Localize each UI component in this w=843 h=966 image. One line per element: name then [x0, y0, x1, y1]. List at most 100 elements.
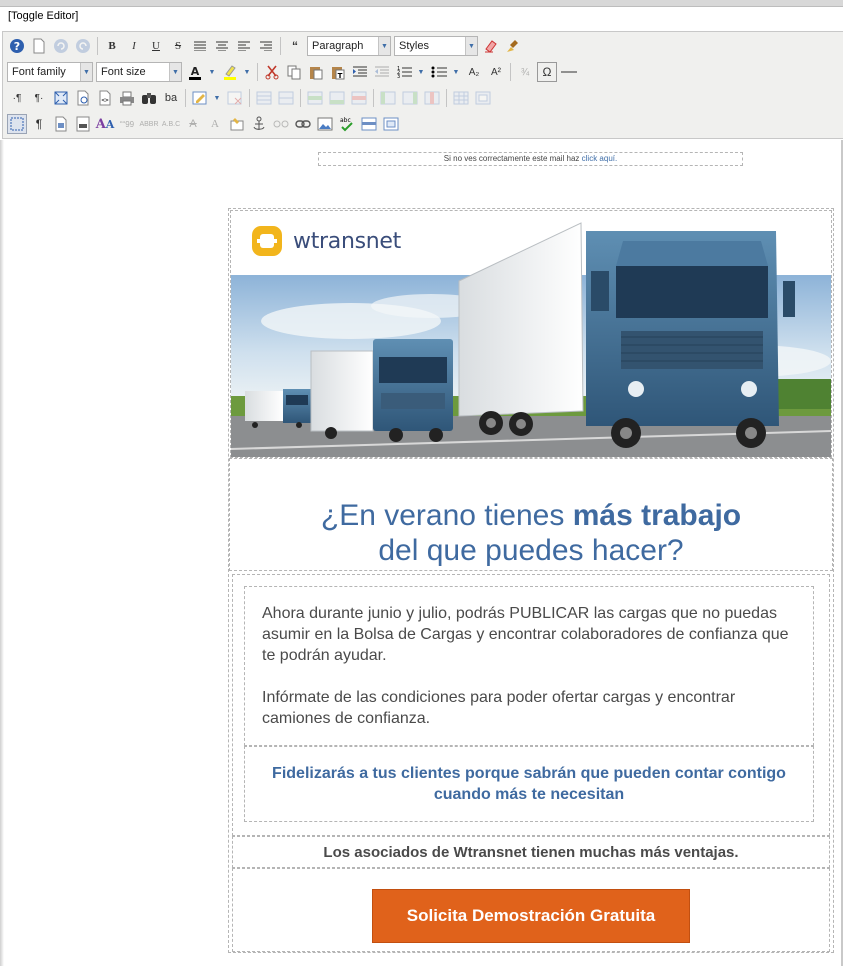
paste-text-icon[interactable]: T	[328, 62, 348, 82]
special-char-icon[interactable]: ¾	[515, 62, 535, 82]
align-left-icon[interactable]	[234, 36, 254, 56]
visual-aid-icon[interactable]	[7, 114, 27, 134]
highlight-text: Fidelizarás a tus clientes porque sabrán…	[244, 746, 814, 822]
chevron-down-icon[interactable]: ▼	[242, 62, 252, 82]
block-format-select[interactable]: Paragraph ▼	[307, 36, 391, 56]
paragraph-mark-icon[interactable]: ¶	[29, 114, 49, 134]
subscript-icon[interactable]: A₂	[464, 62, 484, 82]
fullscreen-icon[interactable]	[51, 88, 71, 108]
chevron-down-icon: ▼	[169, 63, 181, 81]
copy-icon[interactable]	[284, 62, 304, 82]
link-icon[interactable]	[293, 114, 313, 134]
table-row-delete-icon[interactable]	[349, 88, 369, 108]
associates-text: Los asociados de Wtransnet tienen muchas…	[232, 836, 830, 868]
toolbar-separator	[249, 89, 250, 107]
chevron-down-icon[interactable]: ▼	[416, 62, 426, 82]
styles-select[interactable]: Styles ▼	[394, 36, 478, 56]
replace-icon[interactable]: ba	[161, 88, 181, 108]
template-icon[interactable]	[51, 114, 71, 134]
align-justify-icon[interactable]	[190, 36, 210, 56]
preheader-bar: Si no ves correctamente este mail haz cl…	[318, 152, 743, 166]
table-merge-icon[interactable]	[473, 88, 493, 108]
request-demo-button[interactable]: Solicita Demostración Gratuita	[372, 889, 690, 943]
citation-icon[interactable]: ““99	[117, 114, 137, 134]
editor-toolbar: ? B I U S “ Paragraph ▼ Styles ▼ Font fami…	[2, 31, 843, 139]
rtl-icon[interactable]: ¶·	[29, 88, 49, 108]
table-col-icon[interactable]	[378, 88, 398, 108]
unlink-icon[interactable]	[271, 114, 291, 134]
toolbar-separator	[510, 63, 511, 81]
table-row-icon[interactable]	[276, 88, 296, 108]
layer-icon[interactable]	[359, 114, 379, 134]
numbered-list-icon[interactable]: 123	[394, 62, 414, 82]
preheader-link[interactable]: click aquí.	[582, 154, 618, 163]
preview-icon[interactable]	[73, 88, 93, 108]
spellcheck-icon[interactable]: abc	[337, 114, 357, 134]
chevron-down-icon[interactable]: ▼	[212, 88, 222, 108]
insert-layer-icon[interactable]	[190, 88, 210, 108]
toolbar-row-1: ? B I U S “ Paragraph ▼ Styles ▼	[7, 34, 525, 58]
redo-icon[interactable]	[73, 36, 93, 56]
text-color-icon[interactable]: A	[185, 62, 205, 82]
paste-icon[interactable]	[306, 62, 326, 82]
ltr-icon[interactable]: ·¶	[7, 88, 27, 108]
attributes-icon[interactable]	[227, 114, 247, 134]
source-code-icon[interactable]: <>	[95, 88, 115, 108]
underline-icon[interactable]: U	[146, 36, 166, 56]
headline-line-2: del que puedes hacer?	[378, 534, 684, 567]
media-icon[interactable]	[381, 114, 401, 134]
abbreviation-icon[interactable]: ABBR	[139, 114, 159, 134]
cut-icon[interactable]	[262, 62, 282, 82]
toolbar-separator	[300, 89, 301, 107]
omega-icon[interactable]: Ω	[537, 62, 557, 82]
table-col-after-icon[interactable]	[400, 88, 420, 108]
outdent-icon[interactable]	[372, 62, 392, 82]
blockquote-icon[interactable]: “	[285, 36, 305, 56]
paragraph-1: Ahora durante junio y julio, podrás PUBL…	[262, 605, 789, 664]
align-right-icon[interactable]	[256, 36, 276, 56]
page-break-icon[interactable]	[73, 114, 93, 134]
image-icon[interactable]	[315, 114, 335, 134]
font-size-select[interactable]: Font size ▼	[96, 62, 182, 82]
help-icon[interactable]: ?	[7, 36, 27, 56]
svg-text:T: T	[338, 72, 343, 80]
indent-icon[interactable]	[350, 62, 370, 82]
bullet-list-icon[interactable]	[429, 62, 449, 82]
window-top-strip	[0, 0, 843, 7]
horizontal-rule-icon[interactable]	[559, 62, 579, 82]
bold-icon[interactable]: B	[102, 36, 122, 56]
toolbar-row-4: ¶ AA ““99 ABBR A.B.C A A abc	[7, 112, 403, 136]
toolbar-separator	[257, 63, 258, 81]
table-row-after-icon[interactable]	[327, 88, 347, 108]
email-headline: ¿En verano tienes más trabajo del que pu…	[229, 458, 833, 571]
svg-text:?: ?	[14, 40, 20, 53]
cleanup-icon[interactable]	[503, 36, 523, 56]
print-icon[interactable]	[117, 88, 137, 108]
left-shadow	[0, 140, 4, 966]
acronym-icon[interactable]: A.B.C	[161, 114, 181, 134]
superscript-icon[interactable]: A²	[486, 62, 506, 82]
strikethrough-icon[interactable]: S	[168, 36, 188, 56]
chevron-down-icon[interactable]: ▼	[207, 62, 217, 82]
new-document-icon[interactable]	[29, 36, 49, 56]
font-family-select[interactable]: Font family ▼	[7, 62, 93, 82]
table-col-delete-icon[interactable]	[422, 88, 442, 108]
table-delete-icon[interactable]	[225, 88, 245, 108]
undo-icon[interactable]	[51, 36, 71, 56]
find-icon[interactable]	[139, 88, 159, 108]
insert-text-icon[interactable]: A	[205, 114, 225, 134]
toolbar-separator	[446, 89, 447, 107]
table-cell-icon[interactable]	[451, 88, 471, 108]
anchor-icon[interactable]	[249, 114, 269, 134]
toggle-editor-link[interactable]: [Toggle Editor]	[8, 10, 78, 22]
table-icon[interactable]	[254, 88, 274, 108]
remove-format-icon[interactable]	[481, 36, 501, 56]
highlight-color-icon[interactable]	[220, 62, 240, 82]
delete-text-icon[interactable]: A	[183, 114, 203, 134]
styles-icon[interactable]: AA	[95, 114, 115, 134]
body-paragraphs: Ahora durante junio y julio, podrás PUBL…	[244, 586, 814, 746]
chevron-down-icon[interactable]: ▼	[451, 62, 461, 82]
table-row-insert-icon[interactable]	[305, 88, 325, 108]
align-center-icon[interactable]	[212, 36, 232, 56]
italic-icon[interactable]: I	[124, 36, 144, 56]
